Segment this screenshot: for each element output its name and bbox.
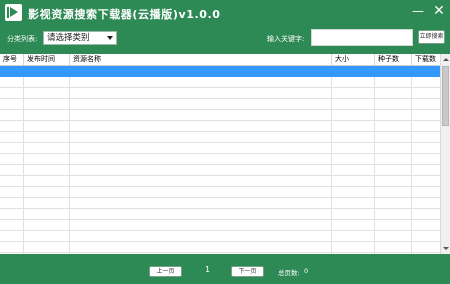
table-row[interactable]	[0, 99, 440, 110]
window-title: 影视资源搜索下载器(云播版)v1.0.0	[28, 8, 221, 21]
table-row[interactable]	[0, 154, 440, 165]
keyword-input[interactable]	[311, 29, 413, 46]
close-button[interactable]: ✕	[430, 3, 448, 19]
total-pages-value: 0	[304, 267, 309, 275]
table-row[interactable]	[0, 187, 440, 198]
chevron-down-icon	[107, 36, 113, 40]
prev-page-button[interactable]: 上一页	[149, 266, 182, 277]
scroll-up-icon[interactable]	[441, 55, 450, 64]
table-row[interactable]	[0, 209, 440, 220]
table-row[interactable]	[0, 176, 440, 187]
total-pages-label: 总页数:	[278, 269, 300, 277]
scrollbar-thumb[interactable]	[442, 66, 449, 126]
column-header-size[interactable]: 大小	[332, 54, 375, 65]
scroll-down-icon[interactable]	[441, 244, 450, 253]
table-row[interactable]	[0, 198, 440, 209]
table-row[interactable]	[0, 220, 440, 231]
column-header-seeds[interactable]: 种子数	[375, 54, 412, 65]
table-row[interactable]	[0, 231, 440, 242]
table-row[interactable]	[0, 110, 440, 121]
table-header: 序号 发布时间 资源名称 大小 种子数 下载数	[0, 54, 440, 66]
minimize-button[interactable]: —	[409, 3, 427, 19]
category-selected-value: 请选择类别	[47, 33, 90, 43]
column-header-date[interactable]: 发布时间	[24, 54, 70, 65]
search-button[interactable]: 立即搜索	[418, 30, 445, 44]
app-window: 影视资源搜索下载器(云播版)v1.0.0 — ✕ 分类列表: 请选择类别 输入关…	[0, 0, 450, 284]
keyword-label: 输入关键字:	[267, 35, 305, 43]
column-header-name[interactable]: 资源名称	[70, 54, 332, 65]
table-row[interactable]	[0, 143, 440, 154]
table-row[interactable]	[0, 88, 440, 99]
title-bar: 影视资源搜索下载器(云播版)v1.0.0 — ✕	[0, 0, 450, 27]
current-page: 1	[205, 265, 211, 274]
category-label: 分类列表:	[7, 35, 38, 43]
category-select[interactable]: 请选择类别	[43, 31, 117, 45]
table-body	[0, 66, 440, 254]
next-page-button[interactable]: 下一页	[231, 266, 264, 277]
results-table: 序号 发布时间 资源名称 大小 种子数 下载数	[0, 54, 450, 254]
table-row[interactable]	[0, 77, 440, 88]
table-row[interactable]	[0, 132, 440, 143]
table-row[interactable]	[0, 242, 440, 253]
video-play-icon	[5, 4, 22, 21]
column-header-index[interactable]: 序号	[0, 54, 24, 65]
table-row[interactable]	[0, 121, 440, 132]
table-row[interactable]	[0, 66, 440, 77]
table-row[interactable]	[0, 165, 440, 176]
column-header-downloads[interactable]: 下载数	[412, 54, 440, 65]
vertical-scrollbar[interactable]	[440, 54, 450, 254]
